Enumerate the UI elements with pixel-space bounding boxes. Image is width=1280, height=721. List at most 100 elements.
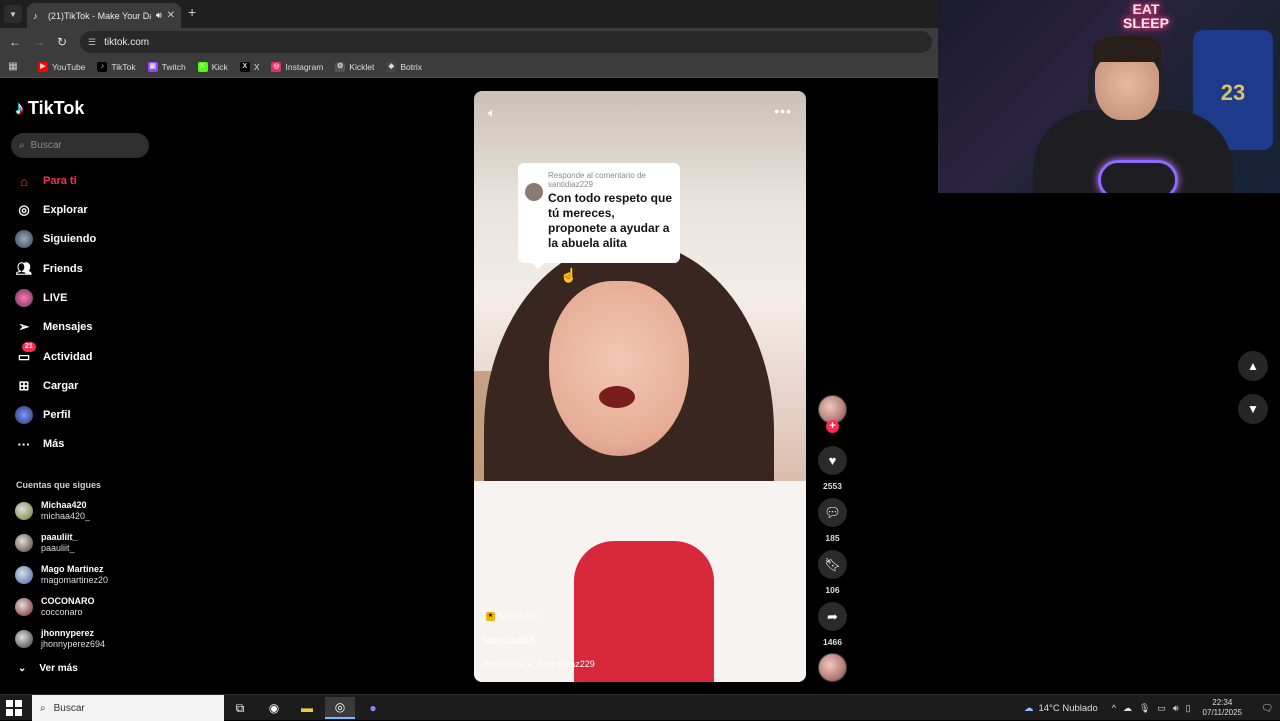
bookmark-kicklet[interactable]: ⚙ Kicklet [335, 61, 375, 72]
notification-badge: 21 [22, 342, 36, 352]
see-more-label: Ver más [39, 663, 78, 674]
mic-icon[interactable]: 🎙︎ [1139, 703, 1150, 714]
forward-button[interactable]: → [31, 34, 47, 50]
account-names: Michaa420 michaa420_ [41, 500, 90, 522]
search-icon: ⌕ [40, 702, 46, 714]
file-explorer-icon[interactable]: ▬ [292, 697, 322, 719]
twitch-icon: ▣ [147, 61, 158, 72]
taskbar-search[interactable]: ⌕ Buscar [32, 695, 224, 721]
like-button[interactable]: ♥ [818, 446, 847, 475]
reply-comment-card: Responde al comentario de santidiaz229 C… [518, 163, 680, 263]
followed-account[interactable]: paauliit_ paauliit_ [15, 532, 78, 554]
comment-icon: 💬︎ [824, 504, 841, 520]
previous-video-button[interactable]: ▲ [1238, 351, 1268, 381]
chrome-icon[interactable]: ◎ [325, 697, 355, 719]
app-icon-1[interactable]: ◉ [259, 697, 289, 719]
tiktok-note-icon: ♪ [15, 98, 24, 118]
bookmark-botrix[interactable]: ◆ Botrix [386, 61, 422, 72]
account-display-name: Michaa420 [41, 500, 87, 510]
notifications-icon[interactable]: 🗨︎ [1254, 703, 1280, 714]
search-box[interactable]: ⌕ [11, 133, 149, 158]
discord-icon[interactable]: ● [358, 697, 388, 719]
bookmark-x[interactable]: XX [239, 61, 259, 72]
sidebar-item-m-s[interactable]: ··· Más [15, 432, 65, 456]
tab-search-button[interactable]: ▼ [4, 5, 22, 23]
sidebar-item-para-ti[interactable]: ⌂ Para ti [15, 169, 77, 193]
speaker-icon[interactable]: 🔊︎ [156, 10, 162, 21]
tiktok-logo[interactable]: ♪ TikTok [15, 98, 84, 119]
reply-label: Responde al comentario de santidiaz229 [548, 171, 646, 189]
more-options-icon[interactable]: ••• [774, 103, 792, 119]
send-icon: ➢ [18, 319, 30, 334]
avatar [15, 534, 33, 552]
browser-tab[interactable]: ♪ (21)TikTok - Make Your Day 🔊︎ ✕ [27, 3, 181, 28]
apps-grid-icon[interactable]: ▦ [0, 61, 26, 72]
account-names: COCONARO cocconaro [41, 596, 95, 618]
video-player[interactable]: 🔈︎ ••• Responde al comentario de santidi… [474, 91, 806, 682]
tab-title: (21)TikTok - Make Your Day [48, 10, 151, 21]
address-bar[interactable]: ☰ tiktok.com [80, 31, 932, 53]
weather-text: 14°C Nublado [1038, 702, 1098, 714]
clock-time: 22:34 [1212, 698, 1233, 707]
bookmark-youtube[interactable]: ▶ YouTube [38, 61, 86, 72]
home-icon: ⌂ [20, 173, 28, 189]
save-button[interactable]: 🔖︎ [818, 550, 847, 579]
sidebar-item-explorar[interactable]: ◎ Explorar [15, 198, 87, 222]
followed-account[interactable]: COCONARO cocconaro [15, 596, 95, 618]
site-info-icon[interactable]: ☰ [88, 37, 96, 48]
bookmark-label: Kicklet [349, 61, 375, 72]
more-icon: ··· [17, 436, 31, 452]
chevron-down-icon: ⌄ [18, 663, 27, 674]
new-tab-button[interactable]: + [188, 4, 196, 20]
video-username[interactable]: laanita005 [482, 635, 535, 647]
bookmark-twitch[interactable]: ▣ Twitch [147, 61, 186, 72]
monitor-icon[interactable]: ▭ [1157, 703, 1166, 714]
volume-icon[interactable]: 🔈︎ [488, 105, 496, 121]
follow-plus-icon[interactable]: + [826, 420, 839, 433]
sidebar-item-friends[interactable]: 👥︎ Friends [15, 257, 83, 281]
sidebar-item-perfil[interactable]: Perfil [15, 403, 71, 427]
followed-account[interactable]: Mago Martinez magomartinez20 [15, 564, 108, 586]
network-icon[interactable]: ☁ [1123, 703, 1132, 714]
followed-account[interactable]: Michaa420 michaa420_ [15, 500, 90, 522]
avatar [15, 598, 33, 616]
microphone-image [1098, 160, 1178, 193]
account-handle: paauliit_ [41, 543, 75, 553]
task-view-icon[interactable]: ⧉ [225, 697, 255, 719]
search-input[interactable] [30, 140, 131, 151]
bookmark-tiktok[interactable]: ♪ TikTok [97, 61, 136, 72]
sidebar-item-actividad[interactable]: ▭ 21 Actividad [15, 342, 93, 369]
bookmark-label: Twitch [161, 61, 186, 72]
see-more-button[interactable]: ⌄ Ver más [18, 663, 78, 674]
followed-account[interactable]: jhonnyperez jhonnyperez694 [15, 628, 105, 650]
bookmark-instagram[interactable]: ◎ Instagram [271, 61, 323, 72]
sidebar-item-label: Mensajes [43, 321, 93, 333]
reload-button[interactable]: ↻ [54, 34, 70, 50]
taskbar: ⌕ Buscar ⧉ ◉ ▬ ◎ ● ☁ 14°C Nublado ^ ☁ 🎙︎… [0, 694, 1280, 721]
share-button[interactable]: ➦ [818, 602, 847, 631]
sidebar-item-label: LIVE [43, 292, 68, 304]
clock[interactable]: 22:34 07/11/2025 [1203, 698, 1242, 718]
sidebar-item-siguiendo[interactable]: Siguiendo [15, 227, 96, 251]
back-button[interactable]: ← [7, 34, 23, 50]
sound-disc-avatar[interactable] [818, 653, 847, 682]
weather-widget[interactable]: ☁ 14°C Nublado [1024, 703, 1098, 714]
close-tab-icon[interactable]: ✕ [167, 10, 175, 21]
next-video-button[interactable]: ▼ [1238, 394, 1268, 424]
start-button[interactable] [6, 700, 22, 716]
bookmark-kick[interactable]: K Kick [197, 61, 228, 72]
effect-tag[interactable]: ★ natural chic [486, 612, 539, 621]
battery-icon[interactable]: ▯ [1186, 703, 1191, 714]
sidebar-item-live[interactable]: LIVE [15, 286, 67, 310]
account-names: jhonnyperez jhonnyperez694 [41, 628, 105, 650]
bookmark-label: YouTube [52, 61, 86, 72]
comment-button[interactable]: 💬︎ [818, 498, 847, 527]
volume-icon[interactable]: 🔊︎ [1173, 703, 1179, 714]
live-avatar-icon [15, 289, 33, 307]
sidebar-item-cargar[interactable]: ⊞ Cargar [15, 374, 79, 398]
system-tray: ☁ 14°C Nublado ^ ☁ 🎙︎ ▭ 🔊︎ ▯ 22:34 07/11… [1024, 695, 1280, 721]
sidebar-item-mensajes[interactable]: ➢ Mensajes [15, 315, 93, 339]
video-caption[interactable]: Respuesta a @santidiaz229 [482, 659, 595, 669]
chevron-up-icon[interactable]: ^ [1112, 703, 1116, 714]
account-display-name: Mago Martinez [41, 564, 104, 574]
